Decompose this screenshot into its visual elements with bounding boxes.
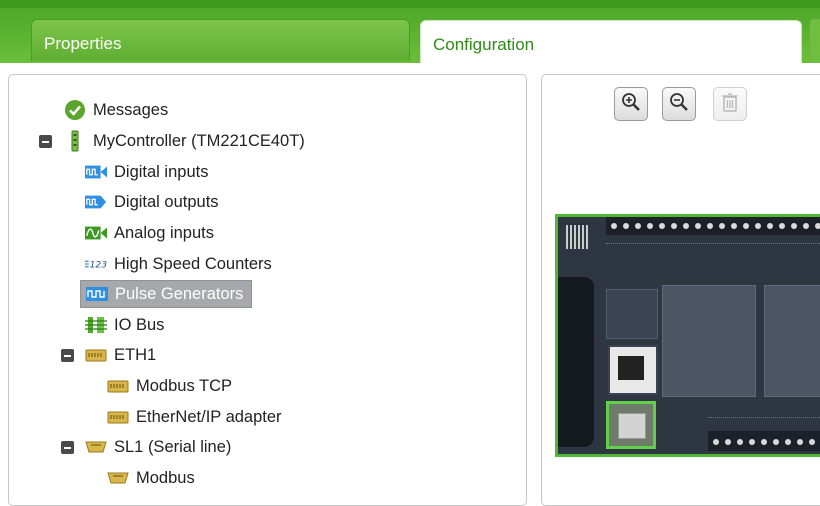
tree-item-io-bus[interactable]: IO Bus bbox=[85, 312, 164, 338]
io-bus-icon bbox=[85, 316, 107, 334]
tree-item-label: SL1 (Serial line) bbox=[114, 437, 232, 456]
analog-inputs-icon bbox=[85, 224, 107, 242]
tree-item-label: Digital outputs bbox=[114, 192, 219, 211]
tree-item-label: ETH1 bbox=[114, 345, 157, 364]
collapse-sl1-button[interactable] bbox=[61, 441, 74, 454]
digital-inputs-icon bbox=[85, 163, 107, 181]
zoom-in-button[interactable] bbox=[614, 87, 648, 121]
tree-item-label: IO Bus bbox=[114, 315, 165, 334]
ethernet-port-icon bbox=[85, 346, 107, 364]
serial-port-icon bbox=[107, 469, 129, 487]
display-panel-2 bbox=[764, 285, 820, 397]
collapse-controller-button[interactable] bbox=[39, 135, 52, 148]
top-terminal-strip bbox=[606, 217, 820, 235]
tree-item-ethernet-ip-adapter[interactable]: EtherNet/IP adapter bbox=[107, 404, 282, 430]
tree-item-messages[interactable]: Messages bbox=[64, 97, 168, 123]
check-icon bbox=[64, 100, 86, 120]
tree-item-analog-inputs[interactable]: Analog inputs bbox=[85, 220, 214, 246]
display-panel-1 bbox=[662, 285, 756, 397]
terminal-label-row bbox=[606, 243, 820, 250]
tree-item-digital-outputs[interactable]: Digital outputs bbox=[85, 189, 219, 215]
ethernet-port-highlighted[interactable] bbox=[606, 401, 656, 449]
tree-item-label: Modbus bbox=[136, 468, 195, 487]
tree-item-label: Digital inputs bbox=[114, 162, 209, 181]
tree-item-digital-inputs[interactable]: Digital inputs bbox=[85, 159, 208, 185]
serial-rj45-port[interactable] bbox=[608, 345, 658, 395]
digital-outputs-icon bbox=[85, 193, 107, 211]
tree-item-eth1[interactable]: ETH1 bbox=[85, 342, 156, 368]
controller-device-image[interactable] bbox=[555, 214, 820, 457]
tab-overflow[interactable] bbox=[810, 19, 820, 63]
tab-configuration[interactable]: Configuration bbox=[420, 20, 802, 63]
tree-item-label: Analog inputs bbox=[114, 223, 214, 242]
tree-item-label: MyController (TM221CE40T) bbox=[93, 131, 305, 150]
ethernet-port-icon bbox=[107, 408, 129, 426]
qr-code bbox=[566, 225, 590, 249]
zoom-out-icon bbox=[669, 92, 689, 117]
status-block bbox=[606, 289, 658, 339]
tree-item-label: Messages bbox=[93, 100, 169, 119]
tree-item-modbus-tcp[interactable]: Modbus TCP bbox=[107, 373, 232, 399]
tree-item-label: Pulse Generators bbox=[115, 284, 244, 303]
serial-port-icon bbox=[85, 438, 107, 456]
tab-properties[interactable]: Properties bbox=[31, 19, 410, 61]
controller-icon bbox=[64, 130, 86, 152]
counter-icon: 123 bbox=[85, 255, 107, 273]
tree-item-sl1[interactable]: SL1 (Serial line) bbox=[85, 434, 231, 460]
tree-item-modbus[interactable]: Modbus bbox=[107, 465, 195, 491]
tree-item-label: EtherNet/IP adapter bbox=[136, 407, 282, 426]
pulse-icon bbox=[86, 285, 108, 303]
zoom-out-button[interactable] bbox=[662, 87, 696, 121]
top-bar bbox=[0, 0, 820, 8]
tree-item-controller[interactable]: MyController (TM221CE40T) bbox=[64, 128, 305, 154]
trash-icon bbox=[721, 92, 739, 117]
left-module bbox=[558, 277, 594, 447]
delete-button[interactable] bbox=[713, 87, 747, 121]
tree-item-high-speed-counters[interactable]: 123 High Speed Counters bbox=[85, 251, 272, 277]
collapse-eth1-button[interactable] bbox=[61, 349, 74, 362]
bottom-terminal-strip bbox=[708, 431, 820, 451]
tree-item-label: High Speed Counters bbox=[114, 254, 272, 273]
ethernet-port-icon bbox=[107, 377, 129, 395]
tree-item-pulse-generators[interactable]: Pulse Generators bbox=[80, 280, 253, 308]
zoom-in-icon bbox=[621, 92, 641, 117]
bottom-label-row bbox=[708, 417, 820, 424]
svg-text:123: 123 bbox=[90, 260, 107, 271]
tree-item-label: Modbus TCP bbox=[136, 376, 232, 395]
